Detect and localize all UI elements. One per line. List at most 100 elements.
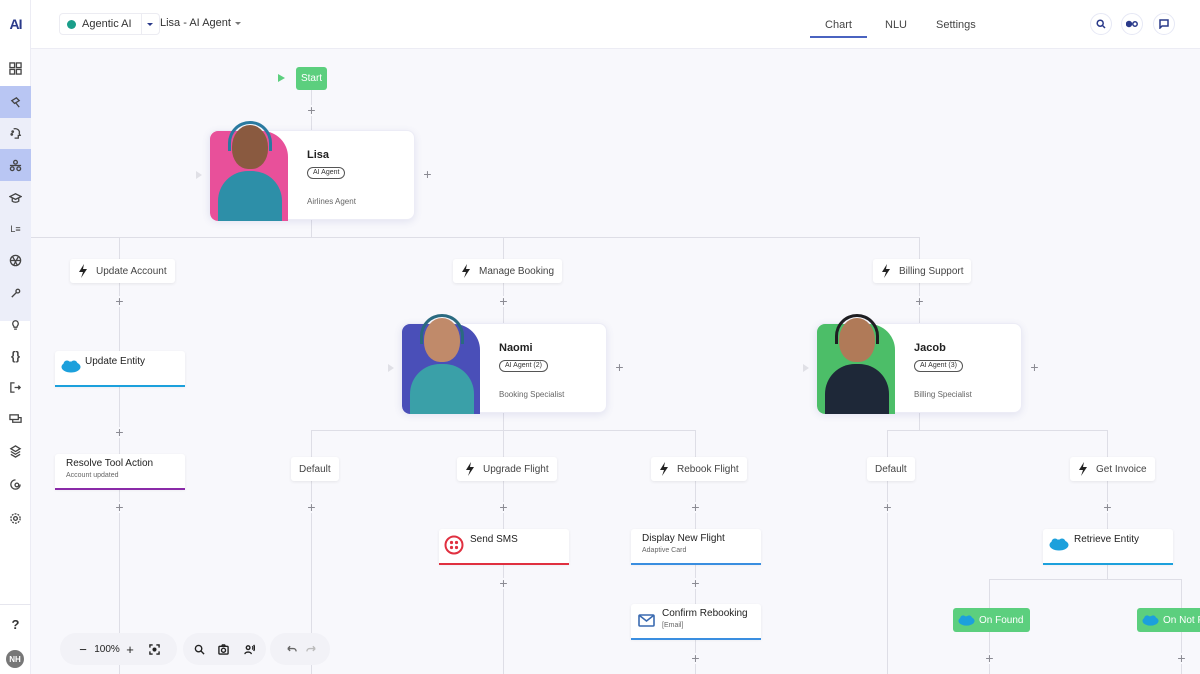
app-logo[interactable]: AI: [0, 0, 31, 48]
sidebar-item-ai-head[interactable]: [0, 117, 31, 149]
search-icon: [1096, 19, 1106, 29]
bolt-icon: [465, 462, 475, 476]
action-resolve-tool[interactable]: Resolve Tool Action Account updated: [55, 454, 185, 490]
sidebar-item-aperture[interactable]: [0, 244, 31, 276]
layers-icon: [9, 444, 22, 458]
flow-canvas[interactable]: Start + Lisa AI Agent Airlines Agent + U…: [31, 49, 1200, 674]
agent-card-lisa[interactable]: Lisa AI Agent Airlines Agent: [209, 121, 415, 221]
play-icon[interactable]: [278, 74, 285, 82]
intent-billing-support[interactable]: Billing Support: [873, 259, 972, 283]
add-node-button[interactable]: +: [1102, 500, 1113, 514]
search-button[interactable]: [1090, 13, 1112, 35]
sidebar-item-wand[interactable]: [0, 276, 31, 308]
sidebar-item-settings[interactable]: [0, 502, 31, 534]
add-node-button[interactable]: +: [690, 576, 701, 590]
add-node-button[interactable]: +: [1029, 360, 1040, 374]
bot-selector[interactable]: Agentic AI: [59, 13, 160, 35]
add-node-button[interactable]: +: [498, 576, 509, 590]
add-node-button[interactable]: +: [690, 651, 701, 665]
add-node-button[interactable]: +: [614, 360, 625, 374]
sidebar-item-flows[interactable]: [0, 149, 31, 181]
sidebar-item-brush[interactable]: [0, 86, 31, 118]
sidebar-item-deploy[interactable]: [0, 371, 31, 403]
action-retrieve-entity[interactable]: Retrieve Entity: [1043, 529, 1173, 565]
sidebar-item-training[interactable]: [0, 181, 31, 213]
agent-selector[interactable]: Lisa - AI Agent: [160, 17, 241, 29]
add-node-button[interactable]: +: [114, 500, 125, 514]
agent-role: Airlines Agent: [307, 197, 356, 206]
action-update-entity[interactable]: Update Entity: [55, 351, 185, 387]
intent-default-jacob[interactable]: Default: [867, 457, 915, 481]
zoom-in-button[interactable]: +: [120, 642, 140, 657]
add-node-button[interactable]: +: [498, 500, 509, 514]
tab-chart[interactable]: Chart: [810, 0, 867, 49]
toggle-button[interactable]: [1121, 13, 1143, 35]
sidebar-item-conversations[interactable]: [0, 403, 31, 435]
sidebar-item-language[interactable]: L≡: [0, 213, 31, 245]
hierarchy-icon: [9, 159, 22, 171]
outcome-on-found[interactable]: On Found: [953, 608, 1031, 632]
action-title: Resolve Tool Action: [66, 458, 154, 469]
intent-get-invoice[interactable]: Get Invoice: [1070, 457, 1155, 481]
add-node-button[interactable]: +: [498, 294, 509, 308]
intent-manage-booking[interactable]: Manage Booking: [453, 259, 563, 283]
bot-selector-dropdown[interactable]: [140, 14, 159, 34]
add-node-button[interactable]: +: [914, 294, 925, 308]
agent-avatar: [210, 121, 288, 221]
canvas-tools: [183, 633, 266, 665]
intent-upgrade-flight[interactable]: Upgrade Flight: [457, 457, 557, 481]
add-node-button[interactable]: +: [114, 294, 125, 308]
canvas-search-button[interactable]: [188, 644, 210, 655]
action-status-bar: [631, 563, 761, 565]
sidebar-item-code[interactable]: {}: [0, 340, 31, 372]
sidebar-item-layers[interactable]: [0, 435, 31, 467]
add-node-button[interactable]: +: [690, 500, 701, 514]
action-subtitle: Adaptive Card: [642, 547, 687, 554]
voice-preview-button[interactable]: [236, 644, 262, 655]
user-avatar[interactable]: NH: [6, 650, 24, 668]
connector-line: [989, 579, 1181, 580]
chat-button[interactable]: [1153, 13, 1175, 35]
intent-rebook-flight[interactable]: Rebook Flight: [651, 457, 747, 481]
sidebar-item-ideas[interactable]: [0, 308, 31, 340]
fit-view-button[interactable]: [140, 643, 168, 655]
action-confirm-rebooking[interactable]: Confirm Rebooking [Email]: [631, 604, 761, 640]
bot-status-dot: [67, 19, 76, 29]
action-display-new-flight[interactable]: Display New Flight Adaptive Card: [631, 529, 761, 565]
start-node[interactable]: Start: [296, 67, 327, 90]
agent-card-naomi[interactable]: Naomi AI Agent (2) Booking Specialist: [401, 314, 607, 414]
outcome-on-not-found[interactable]: On Not F: [1137, 608, 1200, 632]
add-node-button[interactable]: +: [422, 167, 433, 181]
add-node-button[interactable]: +: [306, 500, 317, 514]
action-status-bar: [1043, 563, 1173, 565]
agent-selector-label: Lisa - AI Agent: [160, 17, 231, 29]
agent-card-jacob[interactable]: Jacob AI Agent (3) Billing Specialist: [816, 314, 1022, 414]
add-node-button[interactable]: +: [1176, 651, 1187, 665]
chevron-down-icon: [147, 22, 154, 26]
action-send-sms[interactable]: Send SMS: [439, 529, 569, 565]
add-node-button[interactable]: +: [114, 425, 125, 439]
tab-settings[interactable]: Settings: [907, 0, 976, 49]
salesforce-icon: [958, 614, 975, 626]
sidebar-item-dashboard[interactable]: [0, 52, 31, 84]
agent-role: Booking Specialist: [499, 390, 565, 399]
add-node-button[interactable]: +: [882, 500, 893, 514]
intent-update-account[interactable]: Update Account: [70, 259, 175, 283]
redo-button[interactable]: [302, 644, 320, 655]
add-node-button[interactable]: +: [306, 103, 317, 117]
bot-selector-label: Agentic AI: [82, 18, 132, 30]
intent-default-naomi[interactable]: Default: [291, 457, 339, 481]
zoom-out-button[interactable]: −: [72, 642, 94, 657]
sidebar-item-analytics[interactable]: [0, 468, 31, 500]
screenshot-button[interactable]: [210, 643, 236, 655]
connector-line: [919, 412, 920, 430]
search-icon: [194, 644, 205, 655]
lightbulb-icon: [12, 319, 19, 330]
add-node-button[interactable]: +: [984, 651, 995, 665]
agent-badge: AI Agent: [307, 167, 346, 179]
sidebar: AI L≡ {} ? NH: [0, 0, 31, 674]
action-title: Send SMS: [470, 534, 518, 545]
tab-nlu[interactable]: NLU: [867, 0, 907, 49]
undo-button[interactable]: [280, 644, 302, 655]
help-button[interactable]: ?: [0, 612, 31, 636]
